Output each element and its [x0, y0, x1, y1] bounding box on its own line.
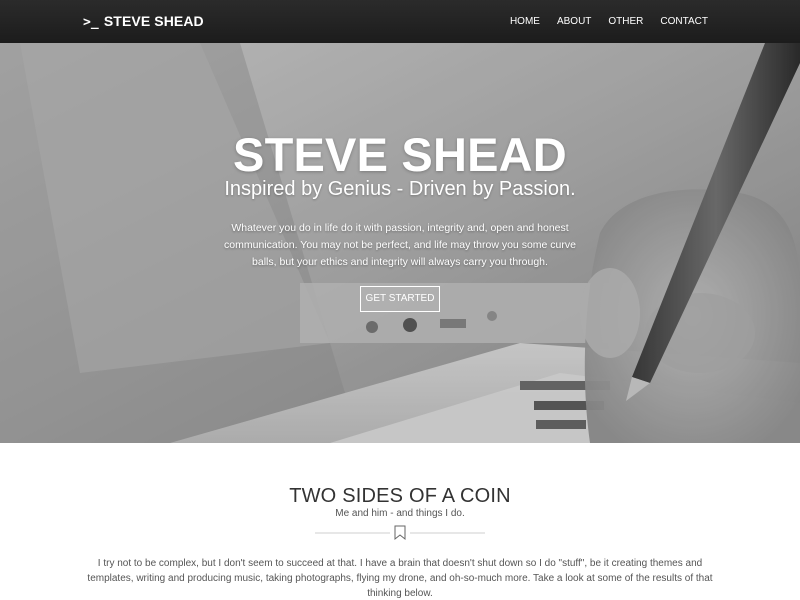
- hero-subtitle: Inspired by Genius - Driven by Passion.: [224, 178, 576, 200]
- nav-menu: HOME ABOUT OTHER CONTACT: [493, 16, 708, 27]
- section-body-text: I try not to be complex, but I don't see…: [87, 558, 713, 599]
- get-started-button[interactable]: GET STARTED: [360, 286, 440, 312]
- nav-link-home[interactable]: HOME: [510, 16, 540, 27]
- hero-description: Whatever you do in life do it with passi…: [224, 222, 576, 268]
- bookmark-divider-icon: [315, 525, 485, 541]
- section-title: TWO SIDES OF A COIN: [289, 485, 511, 507]
- hero-title: STEVE SHEAD: [233, 128, 567, 181]
- brand-name: STEVE SHEAD: [103, 13, 204, 29]
- nav-link-other[interactable]: OTHER: [608, 16, 643, 27]
- nav-link-contact[interactable]: CONTACT: [660, 16, 708, 27]
- nav-link-about[interactable]: ABOUT: [557, 16, 591, 27]
- hero-section: STEVE SHEAD Inspired by Genius - Driven …: [0, 43, 800, 443]
- navbar: >_ STEVE SHEAD HOME ABOUT OTHER CONTACT: [0, 0, 800, 43]
- terminal-prompt-icon: >_: [83, 15, 99, 30]
- brand-link[interactable]: >_ STEVE SHEAD: [83, 13, 204, 30]
- section-subtitle: Me and him - and things I do.: [335, 508, 465, 519]
